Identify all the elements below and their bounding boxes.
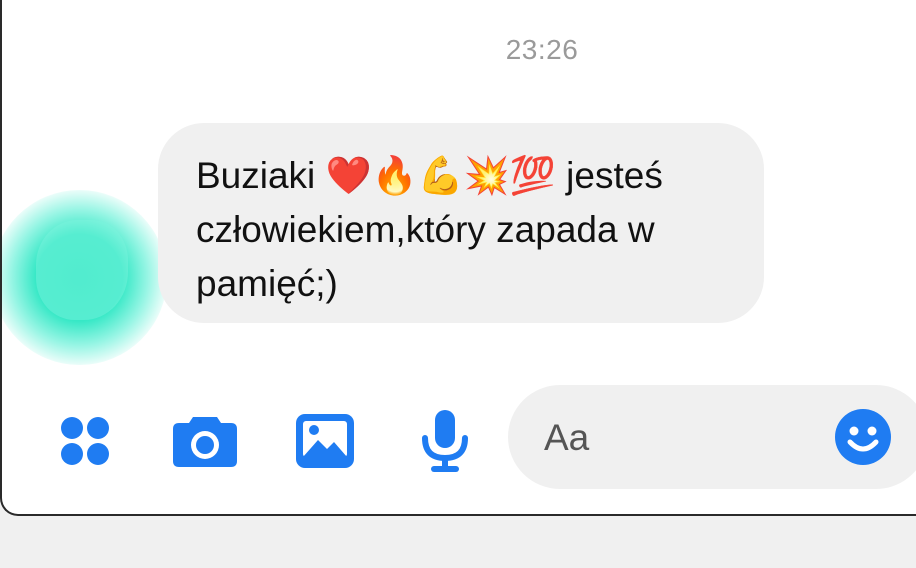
avatar-shape	[36, 220, 128, 320]
camera-button[interactable]	[170, 406, 240, 476]
message-timestamp: 23:26	[505, 34, 579, 65]
message-input[interactable]: Aa	[508, 385, 916, 489]
system-navigation-bar	[0, 516, 916, 568]
chat-screen: 23:26 Buziaki ❤️🔥💪💥💯 jesteś człowiekiem,…	[0, 0, 916, 516]
microphone-icon	[422, 410, 468, 472]
menu-button[interactable]	[50, 406, 120, 476]
gallery-button[interactable]	[290, 406, 360, 476]
message-bubble[interactable]: Buziaki ❤️🔥💪💥💯 jesteś człowiekiem,który …	[158, 123, 764, 323]
camera-icon	[173, 417, 237, 467]
message-input-placeholder: Aa	[544, 417, 590, 458]
message-text: Buziaki ❤️🔥💪💥💯 jesteś człowiekiem,który …	[196, 155, 663, 304]
menu-icon	[61, 417, 109, 465]
microphone-button[interactable]	[410, 406, 480, 476]
message-composer: Aa	[2, 380, 916, 500]
image-icon	[296, 414, 354, 468]
emoji-icon	[835, 409, 891, 465]
emoji-button[interactable]	[834, 408, 892, 466]
